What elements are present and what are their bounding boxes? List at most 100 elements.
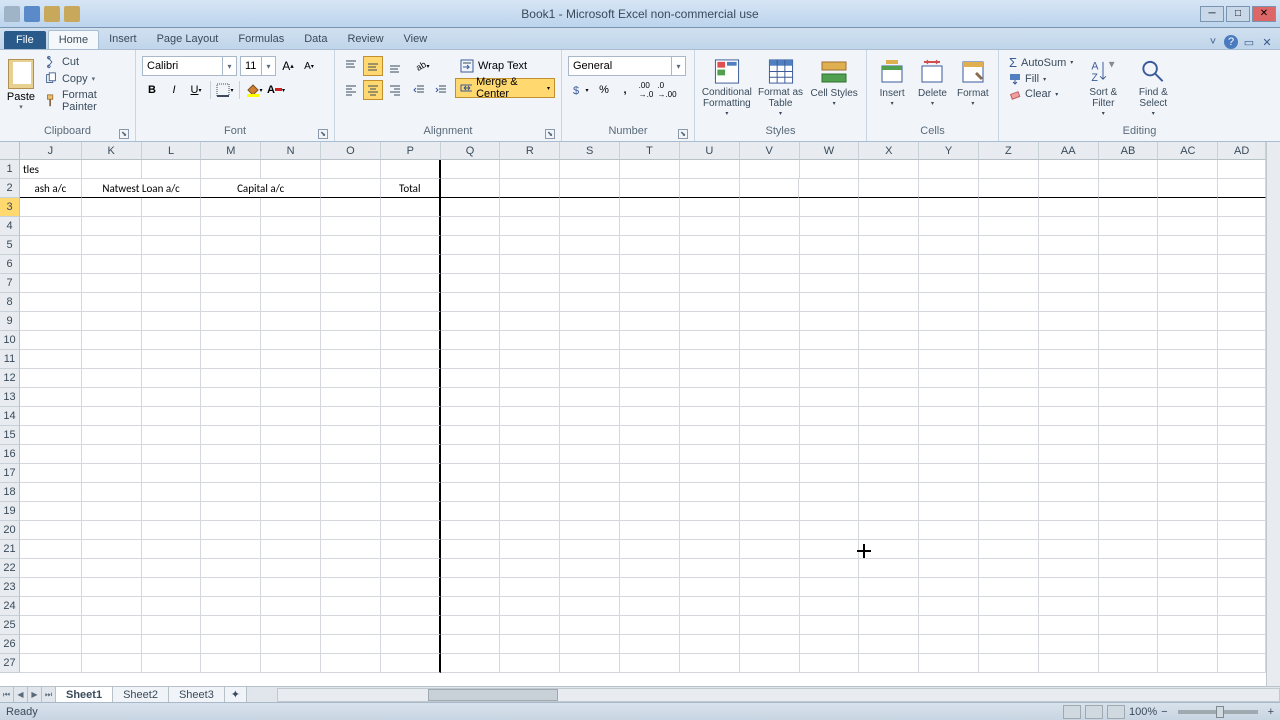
column-header[interactable]: V xyxy=(740,142,800,160)
column-header[interactable]: Y xyxy=(919,142,979,160)
cell[interactable] xyxy=(740,217,800,236)
cell[interactable] xyxy=(560,578,620,597)
column-header[interactable]: W xyxy=(800,142,860,160)
cell[interactable] xyxy=(800,160,860,179)
cell[interactable] xyxy=(500,540,560,559)
cell[interactable] xyxy=(560,331,620,350)
cell[interactable] xyxy=(201,312,261,331)
cell[interactable] xyxy=(500,293,560,312)
cell[interactable] xyxy=(261,388,321,407)
cell[interactable] xyxy=(381,350,441,369)
row-header[interactable]: 6 xyxy=(0,255,20,274)
cell[interactable] xyxy=(201,464,261,483)
row-header[interactable]: 17 xyxy=(0,464,20,483)
cell[interactable] xyxy=(859,350,919,369)
cell[interactable] xyxy=(142,160,202,179)
cell[interactable] xyxy=(82,255,142,274)
cell[interactable] xyxy=(620,179,680,198)
cell[interactable] xyxy=(800,198,860,217)
cell[interactable] xyxy=(800,236,860,255)
cell[interactable] xyxy=(201,445,261,464)
cell[interactable] xyxy=(1158,521,1218,540)
cell[interactable] xyxy=(1039,559,1099,578)
cell[interactable] xyxy=(441,559,501,578)
cell[interactable] xyxy=(82,407,142,426)
sheet-tab[interactable]: Sheet2 xyxy=(113,687,169,703)
cell[interactable] xyxy=(1099,255,1159,274)
cell[interactable] xyxy=(1039,274,1099,293)
column-header[interactable]: Z xyxy=(979,142,1039,160)
cell[interactable] xyxy=(441,426,501,445)
cell[interactable] xyxy=(740,369,800,388)
cell[interactable] xyxy=(979,616,1039,635)
cell[interactable] xyxy=(740,407,800,426)
cell[interactable] xyxy=(261,654,321,673)
row-header[interactable]: 10 xyxy=(0,331,20,350)
cell[interactable] xyxy=(20,236,82,255)
cell[interactable] xyxy=(1099,407,1159,426)
cell[interactable] xyxy=(321,597,381,616)
cell[interactable] xyxy=(560,179,620,198)
cell[interactable] xyxy=(500,312,560,331)
cell[interactable] xyxy=(441,198,501,217)
cell[interactable] xyxy=(201,521,261,540)
cell[interactable] xyxy=(20,293,82,312)
cell[interactable] xyxy=(20,654,82,673)
cell[interactable] xyxy=(381,445,441,464)
cell[interactable] xyxy=(859,654,919,673)
cell[interactable] xyxy=(1099,312,1159,331)
cell[interactable] xyxy=(441,540,501,559)
cell[interactable] xyxy=(82,198,142,217)
align-right-button[interactable] xyxy=(385,80,405,100)
cell[interactable] xyxy=(261,331,321,350)
tab-view[interactable]: View xyxy=(394,30,438,49)
cell[interactable] xyxy=(20,521,82,540)
cell[interactable] xyxy=(800,274,860,293)
cell[interactable] xyxy=(979,236,1039,255)
cell[interactable] xyxy=(979,483,1039,502)
cell[interactable] xyxy=(560,198,620,217)
cell[interactable] xyxy=(142,198,202,217)
cell[interactable] xyxy=(20,369,82,388)
cell[interactable] xyxy=(620,597,680,616)
cell[interactable] xyxy=(1158,578,1218,597)
cell[interactable] xyxy=(500,255,560,274)
row-header[interactable]: 18 xyxy=(0,483,20,502)
cell[interactable] xyxy=(1099,578,1159,597)
cell[interactable] xyxy=(20,502,82,521)
cell[interactable] xyxy=(261,559,321,578)
cell[interactable] xyxy=(620,559,680,578)
cell[interactable] xyxy=(740,350,800,369)
cell[interactable] xyxy=(142,236,202,255)
cell[interactable] xyxy=(201,597,261,616)
cell[interactable] xyxy=(321,654,381,673)
copy-button[interactable]: Copy ▾ xyxy=(42,71,131,87)
cell[interactable] xyxy=(441,293,501,312)
increase-font-button[interactable]: A▴ xyxy=(279,56,297,76)
cell[interactable] xyxy=(740,388,800,407)
tab-insert[interactable]: Insert xyxy=(99,30,147,49)
tab-nav-prev[interactable]: ◀ xyxy=(14,687,28,703)
cell[interactable] xyxy=(859,559,919,578)
cell[interactable] xyxy=(680,255,740,274)
tab-nav-first[interactable]: ⏮ xyxy=(0,687,14,703)
cell[interactable] xyxy=(500,407,560,426)
fill-color-button[interactable]: ▾ xyxy=(244,80,264,100)
cell[interactable] xyxy=(680,654,740,673)
cell[interactable] xyxy=(859,597,919,616)
cell[interactable] xyxy=(142,274,202,293)
cell[interactable] xyxy=(1158,274,1218,293)
cell[interactable] xyxy=(740,597,800,616)
row-header[interactable]: 26 xyxy=(0,635,20,654)
cell[interactable] xyxy=(500,236,560,255)
cell[interactable] xyxy=(620,160,680,179)
cell[interactable] xyxy=(500,578,560,597)
tab-data[interactable]: Data xyxy=(294,30,337,49)
tab-formulas[interactable]: Formulas xyxy=(228,30,294,49)
cell[interactable] xyxy=(560,388,620,407)
cell[interactable] xyxy=(979,331,1039,350)
row-header[interactable]: 8 xyxy=(0,293,20,312)
cell[interactable] xyxy=(20,483,82,502)
cell[interactable] xyxy=(500,350,560,369)
cell[interactable] xyxy=(859,293,919,312)
